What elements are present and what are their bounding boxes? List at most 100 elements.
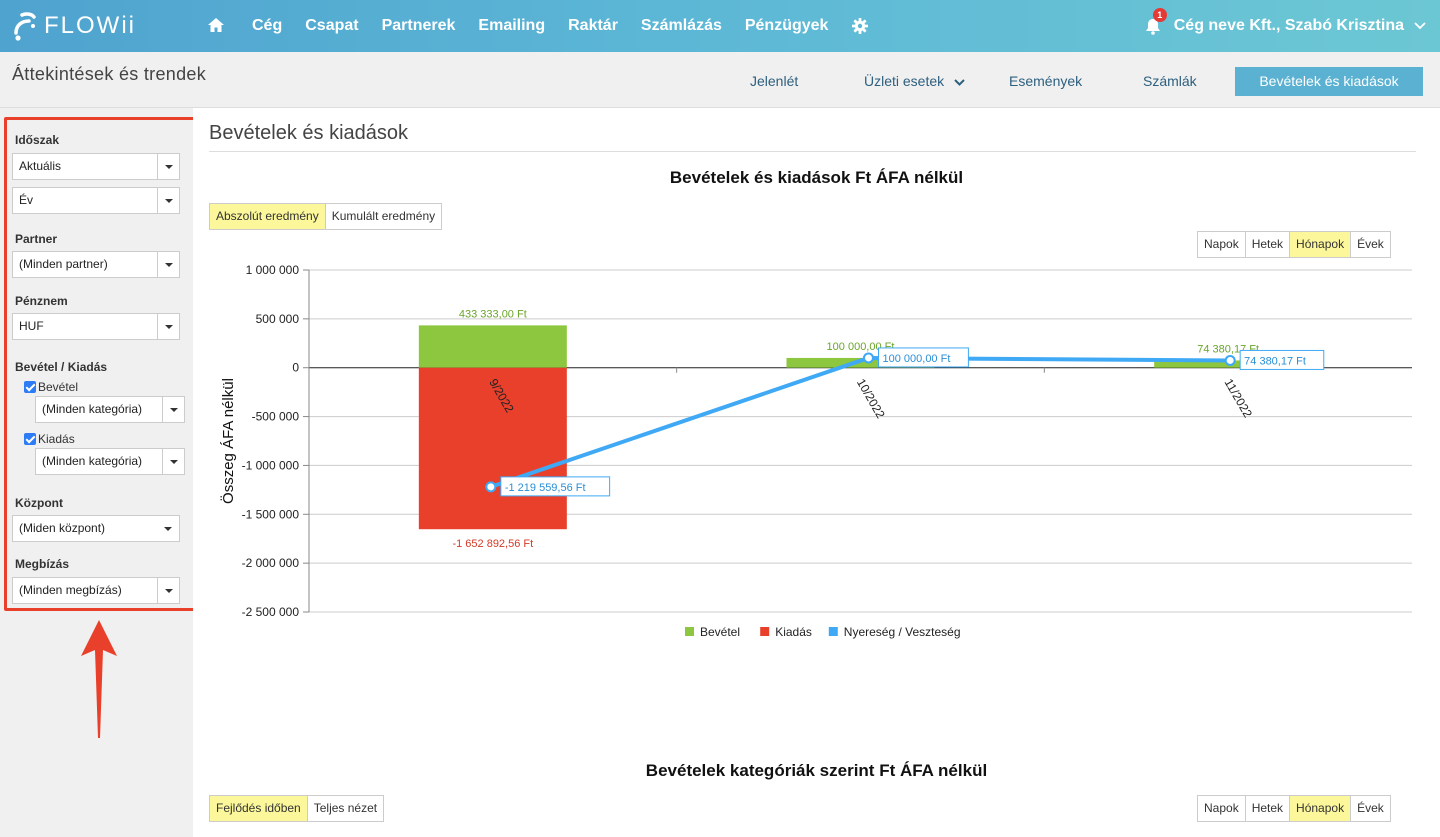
checkbox-checked-icon xyxy=(24,381,36,393)
y-tick-label: 1 000 000 xyxy=(246,263,300,277)
caret-down-icon xyxy=(157,252,179,277)
legend-label: Kiadás xyxy=(775,625,812,639)
expense-checkbox[interactable]: Kiadás xyxy=(24,432,75,446)
nav-emailing[interactable]: Emailing xyxy=(478,17,545,35)
legend-label: Nyereség / Veszteség xyxy=(844,625,961,639)
tab-uzleti-esetek-label: Üzleti esetek xyxy=(864,73,945,89)
caret-down-icon xyxy=(157,314,179,339)
user-label[interactable]: Cég neve Kft., Szabó Krisztina xyxy=(1174,17,1404,35)
home-icon[interactable] xyxy=(207,16,225,34)
logo-text: FLOWii xyxy=(44,12,136,39)
expense-checkbox-label: Kiadás xyxy=(38,432,75,446)
days-button[interactable]: Napok xyxy=(1198,796,1246,821)
assignment-select-value: (Minden megbízás) xyxy=(19,583,122,597)
y-tick-label: -1 500 000 xyxy=(242,507,300,521)
income-expense-chart: 1 000 000 500 000 0 -500 000 -1 000 000 -1 50… xyxy=(219,263,1412,639)
y-tick-label: -500 000 xyxy=(252,410,300,424)
y-tick-label: 500 000 xyxy=(256,312,300,326)
notification-bell[interactable]: 1 xyxy=(1145,8,1167,35)
currency-select-value: HUF xyxy=(19,319,44,333)
period-unit-select[interactable]: Év xyxy=(12,187,180,214)
expense-category-value: (Minden kategória) xyxy=(42,454,143,468)
income-category-value: (Minden kategória) xyxy=(42,402,143,416)
checkbox-checked-icon xyxy=(24,433,36,445)
nav-csapat[interactable]: Csapat xyxy=(305,17,358,35)
tab-jelenlet[interactable]: Jelenlét xyxy=(750,73,798,89)
nav-szamlazas[interactable]: Számlázás xyxy=(641,17,722,35)
profit-point xyxy=(863,352,874,364)
expense-category-select[interactable]: (Minden kategória) xyxy=(35,448,185,475)
main-nav: Cég Csapat Partnerek Emailing Raktár Szá… xyxy=(207,0,869,52)
income-expense-label: Bevétel / Kiadás xyxy=(15,360,108,374)
currency-select[interactable]: HUF xyxy=(12,313,180,340)
logo-mark-icon xyxy=(14,12,36,41)
bar-income xyxy=(418,325,567,368)
nav-partnerek[interactable]: Partnerek xyxy=(382,17,456,35)
chevron-down-icon xyxy=(954,79,965,86)
income-checkbox[interactable]: Bevétel xyxy=(24,380,78,394)
assignment-label: Megbízás xyxy=(15,557,70,571)
page-title: Áttekintések és trendek xyxy=(12,64,207,84)
period-unit-select-value: Év xyxy=(19,193,34,207)
months-button[interactable]: Hónapok xyxy=(1290,796,1352,821)
profit-label: -1 219 559,56 Ft xyxy=(505,482,586,494)
currency-label: Pénznem xyxy=(15,294,68,308)
legend-label: Bevétel xyxy=(700,625,740,639)
notification-badge: 1 xyxy=(1152,8,1167,22)
y-tick-label: -1 000 000 xyxy=(242,458,300,472)
caret-down-icon xyxy=(162,449,184,474)
top-navigation-bar: FLOWii Cég Csapat Partnerek Emailing Rak… xyxy=(0,0,1440,52)
period-label: Időszak xyxy=(15,133,60,147)
highlight-box: Időszak Aktuális Év Partner (Minden part… xyxy=(4,117,197,611)
tab-szamlak[interactable]: Számlák xyxy=(1143,73,1197,89)
flowii-logo[interactable]: FLOWii xyxy=(12,9,136,43)
full-view-button[interactable]: Teljes nézet xyxy=(308,796,383,821)
partner-label: Partner xyxy=(15,232,58,246)
caret-down-icon xyxy=(157,154,179,179)
nav-penzugyek[interactable]: Pénzügyek xyxy=(745,17,829,35)
profit-point xyxy=(485,481,497,493)
profit-label: 74 380,17 Ft xyxy=(1244,355,1306,367)
center-select[interactable]: (Miden központ) xyxy=(12,515,180,542)
chevron-down-icon xyxy=(1414,22,1426,30)
x-tick-label: 11/2022 xyxy=(1222,376,1256,420)
legend-swatch xyxy=(828,627,838,636)
main-content: Bevételek és kiadások Bevételek és kiadá… xyxy=(193,108,1440,837)
income-category-select[interactable]: (Minden kategória) xyxy=(35,396,185,423)
weeks-button[interactable]: Hetek xyxy=(1246,796,1291,821)
gear-icon[interactable] xyxy=(851,17,869,35)
profit-point xyxy=(1224,354,1236,366)
legend-swatch xyxy=(760,627,770,636)
bar-expense-label: -1 652 892,56 Ft xyxy=(452,538,533,550)
period-select-value: Aktuális xyxy=(19,159,62,173)
center-select-value: (Miden központ) xyxy=(19,521,106,535)
y-tick-label: 0 xyxy=(292,361,299,375)
category-chart-title: Bevételek kategóriák szerint Ft ÁFA nélk… xyxy=(645,761,988,780)
subheader: Áttekintések és trendek Jelenlét Üzleti … xyxy=(0,52,1440,108)
caret-down-icon xyxy=(162,397,184,422)
nav-raktar[interactable]: Raktár xyxy=(568,17,618,35)
center-label: Központ xyxy=(15,496,63,510)
nav-ceg[interactable]: Cég xyxy=(252,17,282,35)
legend-swatch xyxy=(685,627,694,636)
partner-select[interactable]: (Minden partner) xyxy=(12,251,180,278)
tab-bevetelek-es-kiadasok[interactable]: Bevételek és kiadások xyxy=(1235,67,1423,96)
tab-esemenyek[interactable]: Események xyxy=(1009,73,1082,89)
caret-down-icon xyxy=(157,188,179,213)
user-menu[interactable]: 1 Cég neve Kft., Szabó Krisztina xyxy=(1145,0,1426,52)
y-tick-label: -2 500 000 xyxy=(242,605,300,619)
years-button[interactable]: Évek xyxy=(1351,796,1390,821)
y-axis-label: Összeg ÁFA nélkül xyxy=(219,378,237,504)
assignment-select[interactable]: (Minden megbízás) xyxy=(12,577,180,604)
income-checkbox-label: Bevétel xyxy=(38,380,79,394)
x-tick-label: 10/2022 xyxy=(854,376,888,421)
period-select[interactable]: Aktuális xyxy=(12,153,180,180)
profit-label: 100 000,00 Ft xyxy=(883,353,951,365)
bar-income-label: 433 333,00 Ft xyxy=(459,308,527,320)
caret-down-icon xyxy=(157,578,179,603)
partner-select-value: (Minden partner) xyxy=(19,257,108,271)
tab-uzleti-esetek[interactable]: Üzleti esetek xyxy=(864,73,965,89)
category-mode-toggle: Fejlődés időben Teljes nézet xyxy=(209,795,385,822)
development-over-time-button[interactable]: Fejlődés időben xyxy=(210,796,308,821)
y-tick-label: -2 000 000 xyxy=(242,556,300,570)
